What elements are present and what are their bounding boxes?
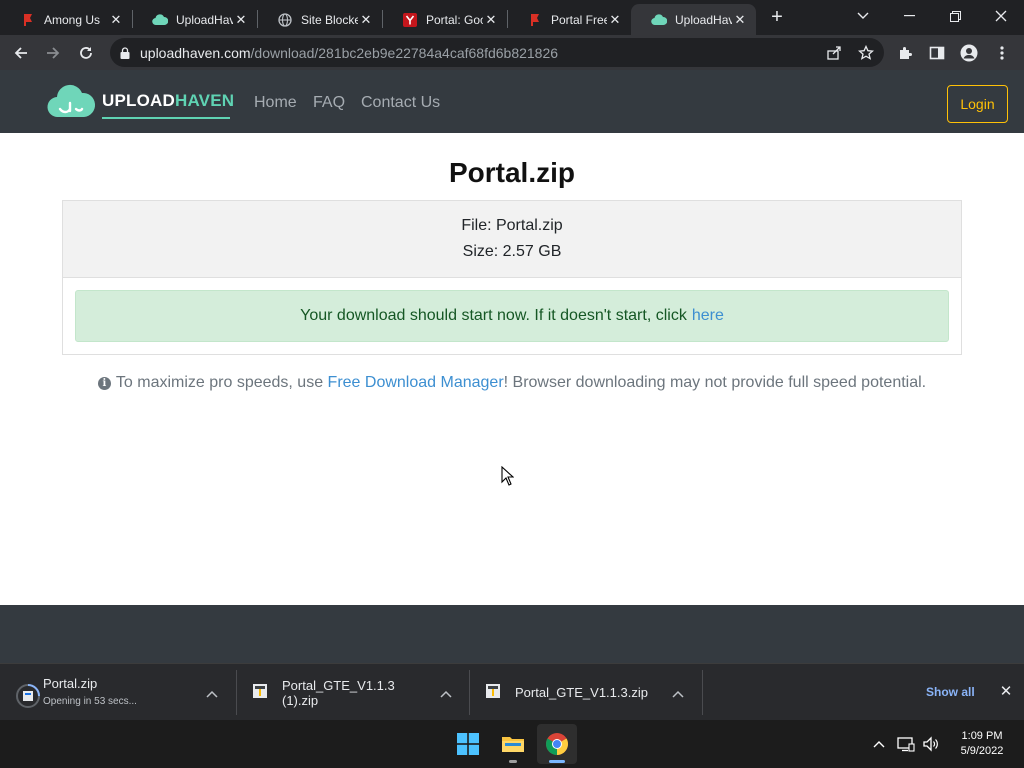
- tab-title: UploadHav: [675, 12, 732, 27]
- mouse-cursor-icon: [501, 466, 514, 486]
- download-filename: Portal_GTE_V1.1.3 (1).zip: [282, 677, 395, 708]
- tab-uploadhaven-active[interactable]: UploadHav ✕: [631, 4, 756, 35]
- tab-site-blocked[interactable]: Site Blocke ✕: [257, 4, 382, 35]
- tab-title: UploadHav: [176, 12, 233, 27]
- chrome-taskbar-icon[interactable]: [537, 724, 577, 764]
- extensions-puzzle-icon[interactable]: [893, 40, 919, 66]
- red-flag-icon: [527, 12, 543, 28]
- close-tab-icon[interactable]: ✕: [358, 12, 374, 28]
- browser-tab-strip: Among Us ✕ UploadHav ✕ Site Blocke ✕ Por…: [0, 0, 1024, 35]
- close-tab-icon[interactable]: ✕: [732, 12, 748, 28]
- download-item-portal-gte-1[interactable]: Portal_GTE_V1.1.3 (1).zip: [252, 664, 432, 721]
- login-button[interactable]: Login: [947, 85, 1008, 123]
- address-bar[interactable]: uploadhaven.com/download/281bc2eb9e22784…: [110, 38, 884, 67]
- shelf-divider: [702, 670, 703, 715]
- lock-icon[interactable]: [120, 46, 130, 59]
- share-icon[interactable]: [821, 40, 847, 66]
- tab-search-chevron-icon[interactable]: [840, 0, 886, 32]
- active-indicator: [549, 760, 565, 763]
- nav-faq-link[interactable]: FAQ: [313, 94, 345, 112]
- close-window-icon[interactable]: [978, 0, 1024, 32]
- system-clock[interactable]: 1:09 PM 5/9/2022: [950, 729, 1014, 759]
- browser-toolbar: uploadhaven.com/download/281bc2eb9e22784…: [0, 35, 1024, 70]
- side-panel-icon[interactable]: [924, 40, 950, 66]
- back-arrow-icon[interactable]: [8, 40, 34, 66]
- cloud-logo-icon: [47, 84, 96, 118]
- new-tab-button[interactable]: +: [766, 6, 788, 28]
- download-item-portal-gte[interactable]: Portal_GTE_V1.1.3.zip: [485, 664, 665, 721]
- speed-tip: i To maximize pro speeds, use Free Downl…: [0, 374, 1024, 392]
- running-indicator: [509, 760, 517, 763]
- tab-uploadhaven-1[interactable]: UploadHav ✕: [132, 4, 257, 35]
- here-link[interactable]: here: [692, 307, 724, 325]
- profile-avatar-icon[interactable]: [956, 40, 982, 66]
- download-shelf: Portal.zip Opening in 53 secs... Portal_…: [0, 663, 1024, 720]
- restore-icon[interactable]: [932, 0, 978, 32]
- url-path: /download/281bc2eb9e22784a4caf68fd6b8218…: [250, 44, 559, 61]
- download-status: Opening in 53 secs...: [43, 696, 137, 707]
- alert-text: Your download should start now. If it do…: [300, 307, 687, 324]
- site-navbar: UPLOADHAVEN Home FAQ Contact Us: [0, 70, 1024, 133]
- url-host: uploadhaven.com: [140, 44, 251, 61]
- tab-title: Among Us: [44, 12, 101, 27]
- file-size-line: Size: 2.57 GB: [462, 243, 562, 260]
- shelf-divider: [469, 670, 470, 715]
- nav-contact-link[interactable]: Contact Us: [361, 94, 440, 112]
- zip-archive-icon: [485, 683, 505, 703]
- close-tab-icon[interactable]: ✕: [483, 12, 499, 28]
- free-download-manager-link[interactable]: Free Download Manager: [328, 374, 504, 392]
- logo-wordmark: UPLOADHAVEN: [102, 91, 235, 110]
- file-name-line: File: Portal.zip: [461, 217, 563, 234]
- tab-title: Portal: Goo: [426, 12, 483, 27]
- tab-title: Portal Free: [551, 12, 607, 27]
- menu-kebab-icon[interactable]: [989, 40, 1015, 66]
- page-title: Portal.zip: [448, 157, 575, 188]
- reload-icon[interactable]: [73, 40, 99, 66]
- download-progress-ring-icon: [15, 683, 40, 708]
- download-filename: Portal_GTE_V1.1.3.zip: [515, 685, 648, 700]
- forward-arrow-icon[interactable]: [40, 40, 66, 66]
- download-started-alert: Your download should start now. If it do…: [75, 290, 949, 342]
- zip-archive-icon: [252, 683, 272, 703]
- close-tab-icon[interactable]: ✕: [233, 12, 249, 28]
- tab-portal-goo[interactable]: Portal: Goo ✕: [382, 4, 507, 35]
- chevron-up-icon[interactable]: [672, 685, 686, 699]
- bookmark-star-icon[interactable]: [853, 40, 879, 66]
- close-tab-icon[interactable]: ✕: [108, 12, 124, 28]
- volume-icon[interactable]: [922, 735, 940, 753]
- y-logo-icon: [402, 12, 418, 28]
- windows-start-icon[interactable]: [448, 724, 488, 764]
- chevron-up-icon[interactable]: [206, 685, 220, 699]
- clock-date: 5/9/2022: [960, 745, 1004, 757]
- shelf-divider: [236, 670, 237, 715]
- close-tab-icon[interactable]: ✕: [607, 12, 623, 28]
- chevron-up-icon[interactable]: [440, 685, 454, 699]
- close-shelf-icon[interactable]: ✕: [998, 684, 1014, 700]
- file-info-card: File: Portal.zip Size: 2.57 GB Your down…: [62, 200, 962, 355]
- file-explorer-icon[interactable]: [493, 724, 533, 764]
- uploadhaven-cloud-icon: [152, 12, 168, 28]
- file-info-header: File: Portal.zip Size: 2.57 GB: [63, 201, 961, 278]
- tip-text-after: ! Browser downloading may not provide fu…: [503, 374, 927, 391]
- tip-text-before: To maximize pro speeds, use: [115, 374, 324, 391]
- nav-home-link[interactable]: Home: [254, 94, 297, 112]
- show-all-downloads-link[interactable]: Show all: [926, 685, 975, 699]
- tab-among-us[interactable]: Among Us ✕: [0, 4, 132, 35]
- minimize-icon[interactable]: [886, 0, 932, 32]
- tab-title: Site Blocke: [301, 12, 358, 27]
- clock-time: 1:09 PM: [961, 730, 1003, 742]
- network-icon[interactable]: [897, 735, 915, 753]
- uploadhaven-logo[interactable]: UPLOADHAVEN: [46, 81, 234, 121]
- uploadhaven-cloud-icon: [651, 12, 667, 28]
- globe-icon: [277, 12, 293, 28]
- red-flag-icon: [20, 12, 36, 28]
- tray-chevron-up-icon[interactable]: [870, 735, 888, 753]
- windows-taskbar: 1:09 PM 5/9/2022: [0, 720, 1024, 768]
- download-filename: Portal.zip: [43, 676, 98, 691]
- info-circle-icon: i: [97, 376, 111, 390]
- download-item-portal[interactable]: Portal.zip Opening in 53 secs...: [15, 664, 225, 721]
- site-footer: [0, 605, 1024, 663]
- tab-portal-free[interactable]: Portal Free ✕: [507, 4, 631, 35]
- logo-underline: [102, 117, 230, 119]
